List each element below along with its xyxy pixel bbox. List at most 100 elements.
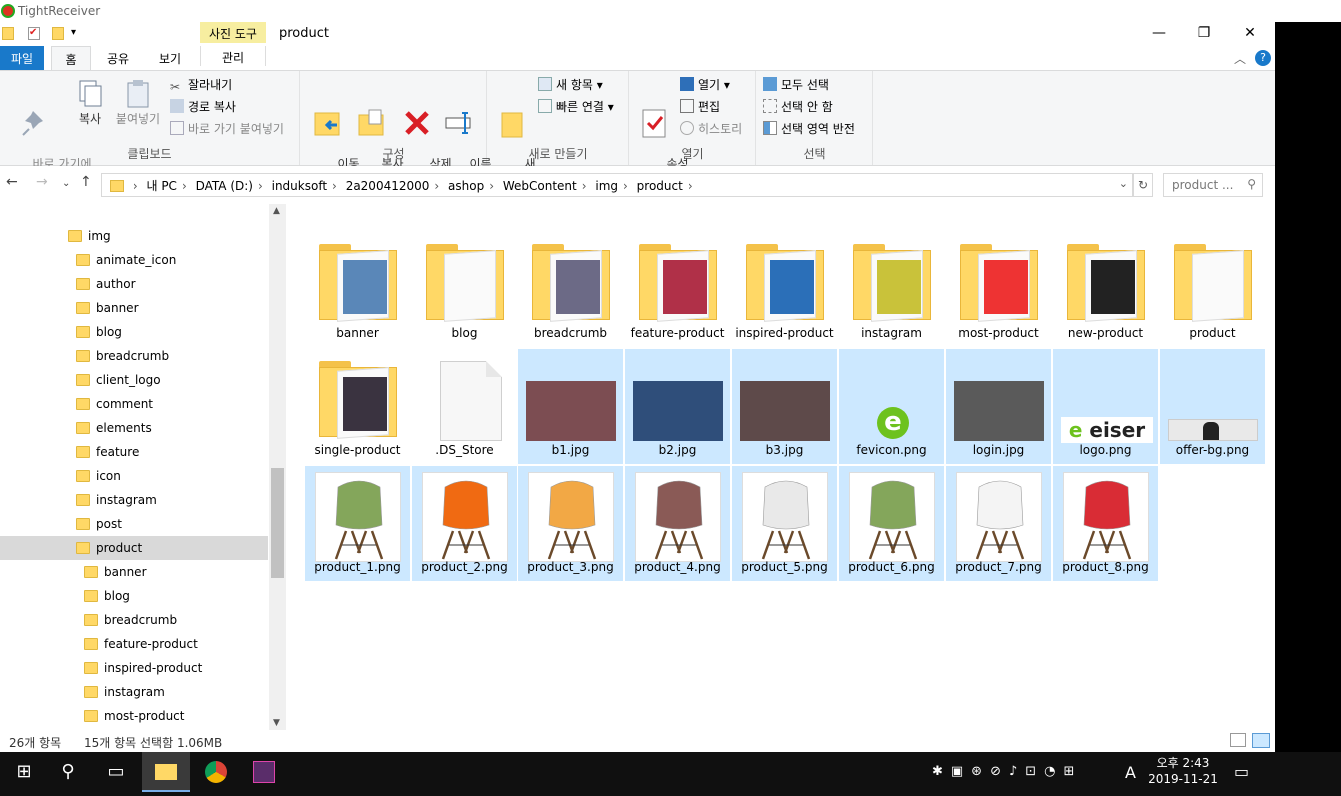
file-item[interactable]: instagram xyxy=(839,232,944,347)
forward-arrow-icon[interactable]: → xyxy=(36,174,48,190)
system-tray[interactable]: ✱▣⊛⊘♪⊡◔⊞ xyxy=(932,764,1082,779)
crumb-webcontent[interactable]: WebContent xyxy=(503,179,577,193)
ime-indicator[interactable]: A xyxy=(1125,763,1136,782)
crumb-this-pc[interactable]: 내 PC xyxy=(146,179,176,193)
tree-item[interactable]: banner xyxy=(0,296,268,320)
details-view-icon[interactable] xyxy=(1230,733,1246,747)
copy-button[interactable]: 복사 xyxy=(72,77,108,127)
back-arrow-icon[interactable]: ← xyxy=(6,174,18,190)
recent-dropdown-icon[interactable]: ⌄ xyxy=(62,178,70,189)
tree-item[interactable]: most-product xyxy=(0,704,268,728)
crumb-ashop[interactable]: ashop xyxy=(448,179,484,193)
history-button[interactable]: 히스토리 xyxy=(680,121,742,141)
file-item[interactable]: b3.jpg xyxy=(732,349,837,464)
tree-item[interactable]: product xyxy=(0,536,268,560)
file-item[interactable]: product xyxy=(1160,232,1265,347)
tree-item[interactable]: client_logo xyxy=(0,368,268,392)
tree-scrollbar[interactable]: ▲ ▼ xyxy=(269,204,286,730)
tab-file[interactable]: 파일 xyxy=(0,46,44,70)
file-item[interactable]: banner xyxy=(305,232,410,347)
tree-item[interactable]: feature xyxy=(0,440,268,464)
address-bar[interactable]: › 내 PC › DATA (D:) › induksoft › 2a20041200… xyxy=(101,173,1133,197)
taskbar-clock[interactable]: 오후 2:43 2019-11-21 xyxy=(1140,755,1226,787)
file-item[interactable]: single-product xyxy=(305,349,410,464)
file-item[interactable]: product_1.png xyxy=(305,466,410,581)
file-item[interactable]: most-product xyxy=(946,232,1051,347)
crumb-img[interactable]: img xyxy=(595,179,618,193)
properties-icon[interactable]: ✔ xyxy=(28,27,40,40)
tab-share[interactable]: 공유 xyxy=(98,46,138,70)
tree-item[interactable]: post xyxy=(0,512,268,536)
file-item[interactable]: b2.jpg xyxy=(625,349,730,464)
new-item-button[interactable]: 새 항목 ▾ xyxy=(538,77,603,97)
tree-item[interactable]: instagram xyxy=(0,680,268,704)
file-item[interactable]: new-product xyxy=(1053,232,1158,347)
search-input[interactable]: product ... ⚲ xyxy=(1163,173,1263,197)
crumb-product[interactable]: product xyxy=(637,179,683,193)
copy-path-button[interactable]: 경로 복사 xyxy=(170,99,236,119)
file-item[interactable]: product_4.png xyxy=(625,466,730,581)
crumb-induksoft[interactable]: induksoft xyxy=(272,179,327,193)
file-explorer-taskbar-icon[interactable] xyxy=(142,752,190,792)
file-item[interactable]: feature-product xyxy=(625,232,730,347)
chrome-taskbar-icon[interactable] xyxy=(192,752,240,792)
help-icon[interactable]: ? xyxy=(1255,50,1271,66)
tab-view[interactable]: 보기 xyxy=(150,46,190,70)
tree-item[interactable]: icon xyxy=(0,464,268,488)
file-item[interactable]: b1.jpg xyxy=(518,349,623,464)
file-item[interactable]: offer-bg.png xyxy=(1160,349,1265,464)
file-item[interactable]: product_7.png xyxy=(946,466,1051,581)
scroll-down-icon[interactable]: ▼ xyxy=(273,718,280,728)
scroll-up-icon[interactable]: ▲ xyxy=(273,206,280,216)
new-folder-icon[interactable] xyxy=(52,27,64,40)
address-dropdown-icon[interactable]: ⌄ xyxy=(1119,177,1128,190)
tree-item[interactable]: instagram xyxy=(0,488,268,512)
edit-button[interactable]: 편집 xyxy=(680,99,720,119)
file-item[interactable]: e fevicon.png xyxy=(839,349,944,464)
file-item[interactable]: inspired-product xyxy=(732,232,837,347)
easy-access-button[interactable]: 빠른 연결 ▾ xyxy=(538,99,614,119)
paste-button[interactable]: 붙여넣기 xyxy=(112,77,164,127)
file-item[interactable]: product_5.png xyxy=(732,466,837,581)
crumb-data-drive[interactable]: DATA (D:) xyxy=(196,179,253,193)
notification-icon[interactable]: ▭ xyxy=(1234,762,1249,781)
tree-item[interactable]: breadcrumb xyxy=(0,608,268,632)
file-item[interactable]: login.jpg xyxy=(946,349,1051,464)
select-none-button[interactable]: 선택 안 함 xyxy=(763,99,833,119)
crumb-2a200412000[interactable]: 2a200412000 xyxy=(346,179,430,193)
invert-selection-button[interactable]: 선택 영역 반전 xyxy=(763,121,855,141)
file-item[interactable]: product_6.png xyxy=(839,466,944,581)
refresh-icon[interactable]: ↻ xyxy=(1133,173,1153,197)
app-taskbar-icon[interactable] xyxy=(240,752,288,792)
tree-item[interactable]: animate_icon xyxy=(0,248,268,272)
tree-item[interactable]: breadcrumb xyxy=(0,344,268,368)
tree-item[interactable]: elements xyxy=(0,416,268,440)
tree-item[interactable]: banner xyxy=(0,560,268,584)
collapse-ribbon-icon[interactable]: ︿ xyxy=(1230,46,1250,70)
tree-item[interactable]: img xyxy=(0,224,268,248)
tree-item[interactable]: blog xyxy=(0,584,268,608)
file-item[interactable]: product_8.png xyxy=(1053,466,1158,581)
tree-item[interactable]: feature-product xyxy=(0,632,268,656)
scrollbar-thumb[interactable] xyxy=(271,468,284,578)
tree-item[interactable]: comment xyxy=(0,392,268,416)
cut-button[interactable]: ✂ 잘라내기 xyxy=(170,77,232,97)
file-item[interactable]: product_2.png xyxy=(412,466,517,581)
tab-home[interactable]: 홈 xyxy=(51,46,91,71)
tree-item[interactable]: inspired-product xyxy=(0,656,268,680)
file-item[interactable]: product_3.png xyxy=(518,466,623,581)
search-icon[interactable]: ⚲ xyxy=(44,752,92,792)
qat-dropdown-icon[interactable]: ▾ xyxy=(71,27,83,40)
up-arrow-icon[interactable]: ↑ xyxy=(80,174,92,190)
file-item[interactable]: .DS_Store xyxy=(412,349,517,464)
maximize-button[interactable]: ❐ xyxy=(1181,22,1227,46)
windows-start-icon[interactable]: ⊞ xyxy=(0,752,48,792)
open-button[interactable]: 열기 ▾ xyxy=(680,77,730,97)
file-item[interactable]: e eiser logo.png xyxy=(1053,349,1158,464)
task-view-icon[interactable]: ▭ xyxy=(92,752,140,792)
select-all-button[interactable]: 모두 선택 xyxy=(763,77,829,97)
close-button[interactable]: ✕ xyxy=(1227,22,1273,46)
tree-item[interactable]: author xyxy=(0,272,268,296)
file-item[interactable]: breadcrumb xyxy=(518,232,623,347)
folder-icon[interactable] xyxy=(2,27,14,40)
